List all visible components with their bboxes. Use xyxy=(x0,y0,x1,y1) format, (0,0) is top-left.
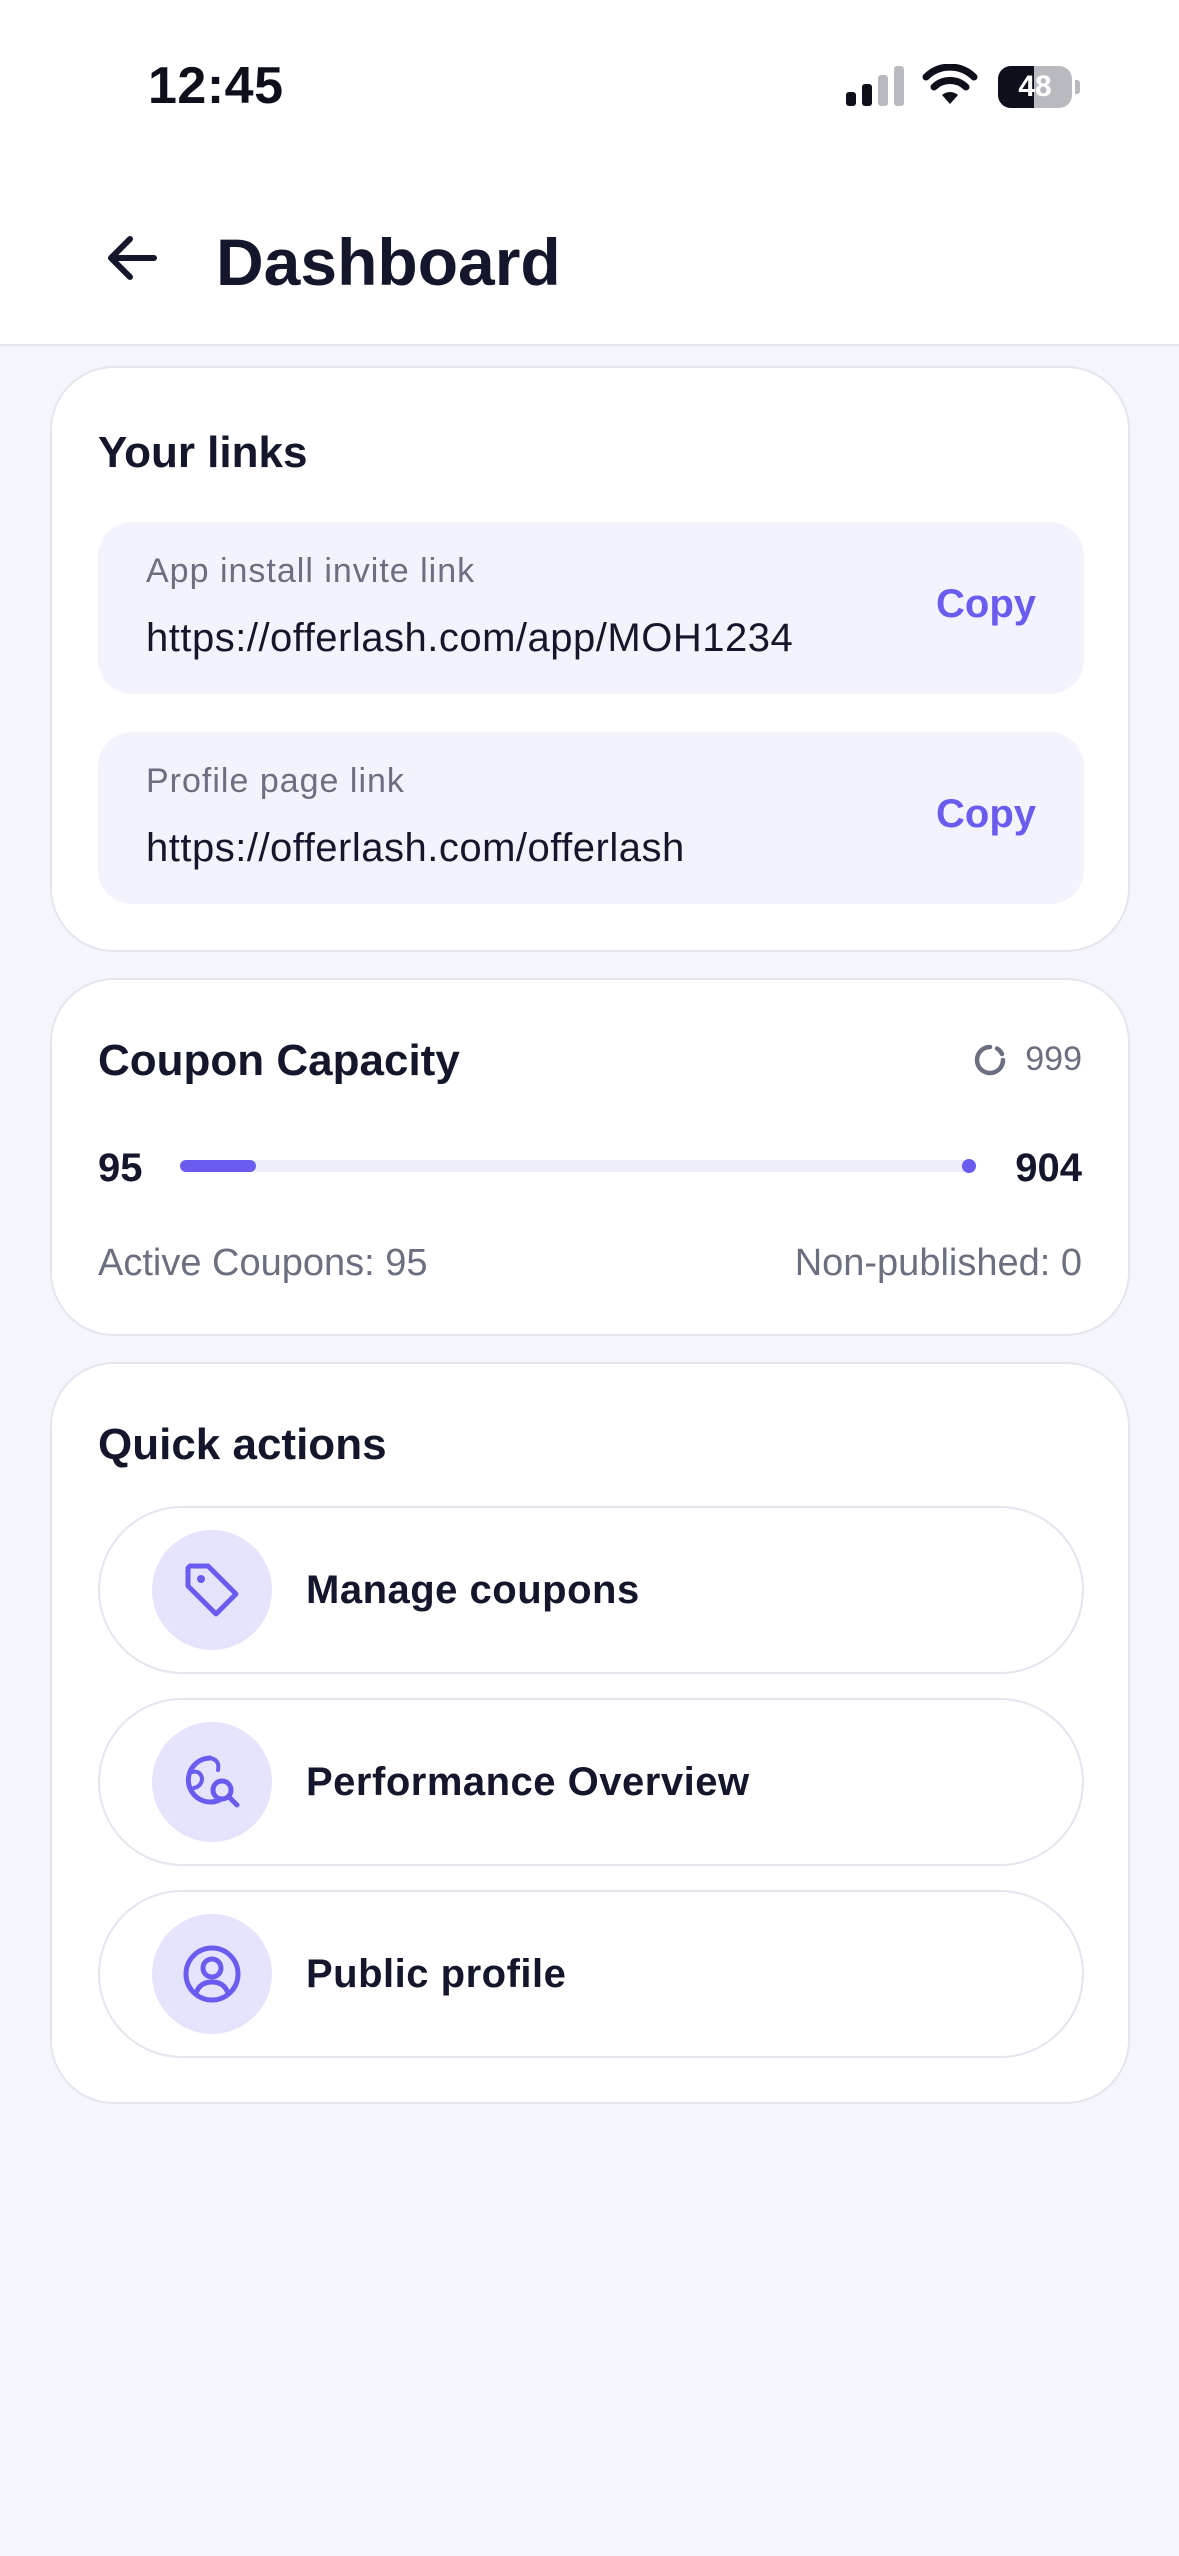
capacity-used-value: 95 xyxy=(98,1146,143,1190)
copy-profile-link-button[interactable]: Copy xyxy=(936,792,1036,837)
links-card-title: Your links xyxy=(98,428,308,477)
globe-search-icon xyxy=(185,1755,240,1808)
page-title: Dashboard xyxy=(216,225,561,299)
capacity-progress-fill xyxy=(180,1160,256,1172)
battery-level: 48 xyxy=(1018,70,1052,103)
wifi-icon xyxy=(922,64,978,104)
user-circle-icon xyxy=(183,1945,241,2003)
capacity-progress-track xyxy=(180,1159,976,1173)
manage-coupons-button[interactable]: Manage coupons xyxy=(98,1506,1084,1674)
nonpublished-count: Non-published: 0 xyxy=(794,1242,1082,1284)
capacity-total: 999 xyxy=(973,1040,1082,1079)
back-button[interactable] xyxy=(96,222,168,294)
link-url: https://offerlash.com/offerlash xyxy=(146,826,685,870)
action-label: Manage coupons xyxy=(306,1568,640,1612)
action-label: Public profile xyxy=(306,1952,567,1996)
manage-coupons-icon-circle xyxy=(152,1530,272,1650)
capacity-title: Coupon Capacity xyxy=(98,1036,460,1085)
app-install-link-box: App install invite link https://offerlas… xyxy=(98,522,1084,694)
battery-body: 48 xyxy=(998,66,1072,108)
link-label: Profile page link xyxy=(146,762,405,800)
capacity-remaining-value: 904 xyxy=(1015,1146,1082,1190)
action-label: Performance Overview xyxy=(306,1760,750,1804)
link-label: App install invite link xyxy=(146,552,476,590)
quick-actions-title: Quick actions xyxy=(98,1420,387,1469)
cellular-signal-icon xyxy=(846,66,904,106)
capacity-progress-end-dot xyxy=(962,1159,976,1173)
battery-indicator: 48 xyxy=(998,66,1080,108)
battery-cap xyxy=(1075,80,1080,94)
copy-app-link-button[interactable]: Copy xyxy=(936,582,1036,627)
quick-actions-card: Quick actions Manage coupons Performance… xyxy=(50,1362,1130,2104)
status-time: 12:45 xyxy=(148,57,284,115)
performance-overview-button[interactable]: Performance Overview xyxy=(98,1698,1084,1866)
arrow-left-icon xyxy=(108,236,157,280)
link-url: https://offerlash.com/app/MOH1234 xyxy=(146,616,794,660)
links-card: Your links App install invite link https… xyxy=(50,366,1130,952)
tag-icon xyxy=(185,1563,239,1617)
app-header: 12:45 48 Dashboard xyxy=(0,0,1179,346)
status-bar: 12:45 48 xyxy=(0,0,1179,176)
capacity-total-value: 999 xyxy=(1025,1040,1082,1078)
coupon-capacity-card: Coupon Capacity 999 95 904 Active Coupon… xyxy=(50,978,1130,1336)
loader-icon xyxy=(975,1044,1006,1075)
active-coupons-count: Active Coupons: 95 xyxy=(98,1242,428,1284)
public-profile-icon-circle xyxy=(152,1914,272,2034)
public-profile-button[interactable]: Public profile xyxy=(98,1890,1084,2058)
performance-icon-circle xyxy=(152,1722,272,1842)
profile-page-link-box: Profile page link https://offerlash.com/… xyxy=(98,732,1084,904)
